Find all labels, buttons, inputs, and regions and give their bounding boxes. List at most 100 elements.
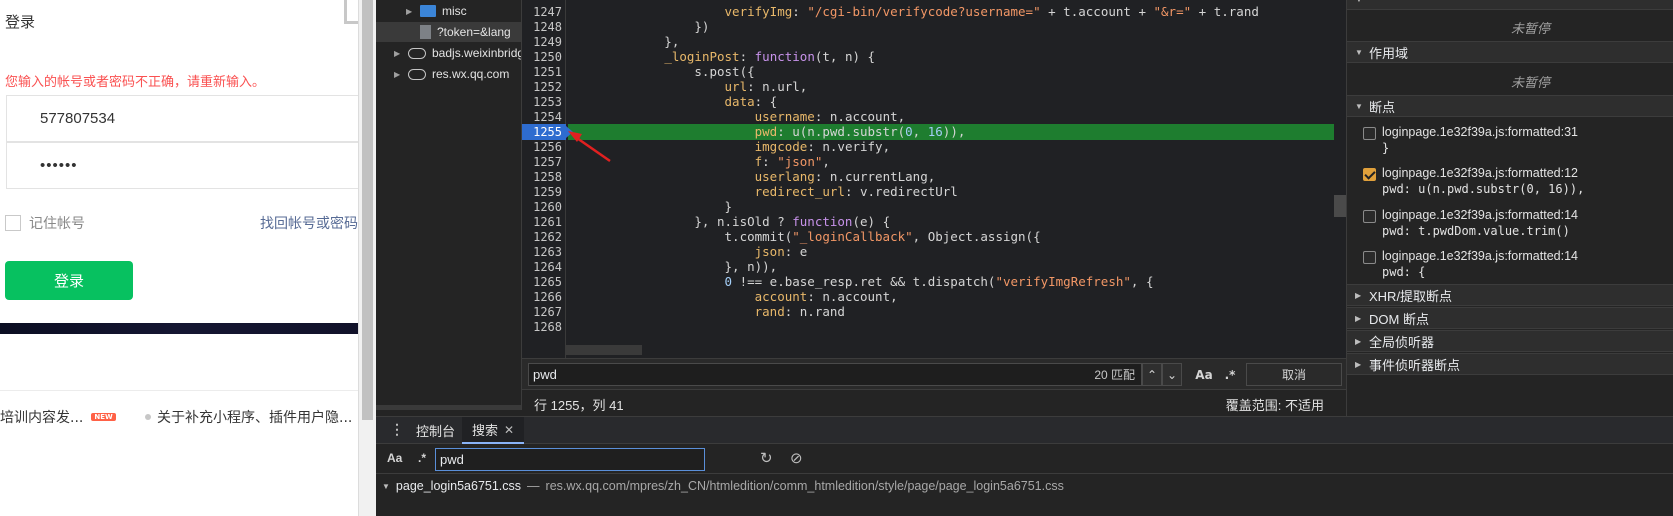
line-number[interactable]: 1251 [522, 64, 562, 80]
dom-breakpoints-header[interactable]: ▶ DOM 断点 [1347, 307, 1673, 329]
search-toolbar: Aa .* pwd ↻ ⊘ [376, 444, 1673, 474]
line-number[interactable]: 1267 [522, 304, 562, 320]
code-line[interactable]: 1266 account: n.account, [522, 289, 1346, 305]
code-line[interactable]: 1264 }, n)), [522, 259, 1346, 275]
code-line[interactable]: 1249 }, [522, 34, 1346, 50]
line-number[interactable]: 1264 [522, 259, 562, 275]
line-number[interactable]: 1268 [522, 319, 562, 335]
news-item-2[interactable]: 关于补充小程序、插件用户隐... [145, 407, 352, 427]
editor-vscrollbar[interactable] [1334, 195, 1346, 217]
code-line[interactable]: 1258 userlang: n.currentLang, [522, 169, 1346, 185]
line-number[interactable]: 1258 [522, 169, 562, 185]
code-editor[interactable]: 1247 verifyImg: "/cgi-bin/verifycode?use… [522, 0, 1346, 358]
page-scrollbar-thumb[interactable] [362, 0, 373, 420]
expand-arrow-icon[interactable]: ▶ [394, 70, 402, 79]
line-number[interactable]: 1248 [522, 19, 562, 35]
code-line[interactable]: 1256 imgcode: n.verify, [522, 139, 1346, 155]
regex-button[interactable]: .* [1219, 363, 1241, 386]
breakpoint-marker-icon[interactable] [566, 126, 573, 138]
expand-arrow-icon[interactable]: ▶ [406, 7, 414, 16]
code-line[interactable]: 1253 data: { [522, 94, 1346, 110]
code-line[interactable]: 1257 f: "json", [522, 154, 1346, 170]
find-next-button[interactable]: ⌄ [1162, 363, 1182, 386]
search-result-row[interactable]: ▼ page_login5a6751.css — res.wx.qq.com/m… [382, 479, 1064, 493]
match-case-button[interactable]: Aa [1190, 363, 1218, 386]
code-line[interactable]: 1254 username: n.account, [522, 109, 1346, 125]
line-number[interactable]: 1266 [522, 289, 562, 305]
code-line[interactable]: 1267 rand: n.rand [522, 304, 1346, 320]
event-listener-breakpoints-header[interactable]: ▶ 事件侦听器断点 [1347, 353, 1673, 375]
line-number[interactable]: 1263 [522, 244, 562, 260]
tree-item-token[interactable]: ?token=&lang [376, 22, 521, 42]
refresh-icon[interactable]: ↻ [760, 449, 773, 467]
line-number[interactable]: 1253 [522, 94, 562, 110]
expand-arrow-icon[interactable]: ▼ [382, 482, 390, 491]
code-line[interactable]: 1255 pwd: u(n.pwd.substr(0, 16)), [522, 124, 1346, 140]
line-number[interactable]: 1249 [522, 34, 562, 50]
news-item-1[interactable]: 培训内容发... NEW [0, 407, 116, 427]
scope-header[interactable]: ▼ 作用域 [1347, 41, 1673, 63]
line-number[interactable]: 1261 [522, 214, 562, 230]
tab-search[interactable]: 搜索 ✕ [462, 417, 525, 444]
code-line[interactable]: 1268 [522, 319, 1346, 335]
line-number[interactable]: 1254 [522, 109, 562, 125]
remember-account[interactable]: 记住帐号 [5, 213, 85, 233]
breakpoint-checkbox[interactable] [1363, 168, 1376, 181]
tree-item-misc[interactable]: ▶ misc [406, 1, 467, 21]
devtools-panel: ▶ misc ?token=&lang ▶ badjs.weixinbridge… [376, 0, 1673, 516]
breakpoint-checkbox[interactable] [1363, 210, 1376, 223]
navigator-hscrollbar[interactable] [376, 405, 521, 410]
code-line[interactable]: 1260 } [522, 199, 1346, 215]
find-input[interactable]: pwd 20 匹配 [528, 363, 1142, 386]
editor-hscrollbar[interactable] [566, 345, 642, 355]
breakpoint-checkbox[interactable] [1363, 127, 1376, 140]
code-line[interactable]: 1259 redirect_url: v.redirectUrl [522, 184, 1346, 200]
search-input[interactable]: pwd [435, 448, 705, 471]
forgot-password-link[interactable]: 找回帐号或密码 [260, 213, 358, 233]
line-number[interactable]: 1257 [522, 154, 562, 170]
code-line[interactable]: 1262 t.commit("_loginCallback", Object.a… [522, 229, 1346, 245]
line-number[interactable]: 1259 [522, 184, 562, 200]
code-line[interactable]: 1247 verifyImg: "/cgi-bin/verifycode?use… [522, 4, 1346, 20]
line-number[interactable]: 1250 [522, 49, 562, 65]
code-line[interactable]: 1263 json: e [522, 244, 1346, 260]
line-number[interactable]: 1255 [522, 124, 566, 140]
qrcode-corner-icon[interactable] [344, 0, 358, 24]
code-line[interactable]: 1261 }, n.isOld ? function(e) { [522, 214, 1346, 230]
coverage-status[interactable]: 覆盖范围: 不适用 [1226, 395, 1324, 414]
code-line[interactable]: 1250 _loginPost: function(t, n) { [522, 49, 1346, 65]
global-listeners-header[interactable]: ▶ 全局侦听器 [1347, 330, 1673, 352]
login-button[interactable]: 登录 [5, 261, 133, 300]
clear-icon[interactable]: ⊘ [790, 449, 803, 467]
match-case-button[interactable]: Aa [387, 451, 402, 465]
expand-arrow-icon[interactable]: ▶ [394, 49, 402, 58]
line-number[interactable]: 1252 [522, 79, 562, 95]
code-line[interactable]: 1248 }) [522, 19, 1346, 35]
code-text: }) [574, 19, 710, 34]
tree-item-badjs[interactable]: ▶ badjs.weixinbridge [394, 43, 521, 63]
xhr-breakpoints-header[interactable]: ▶ XHR/提取断点 [1347, 284, 1673, 306]
tree-item-res[interactable]: ▶ res.wx.qq.com [394, 64, 509, 84]
password-input[interactable] [6, 142, 358, 189]
code-line[interactable]: 1251 s.post({ [522, 64, 1346, 80]
tab-console[interactable]: 控制台 [406, 417, 465, 444]
code-line[interactable]: 1265 0 !== e.base_resp.ret && t.dispatch… [522, 274, 1346, 290]
find-previous-button[interactable]: ⌃ [1142, 363, 1162, 386]
breakpoint-checkbox[interactable] [1363, 251, 1376, 264]
line-number[interactable]: 1247 [522, 4, 562, 20]
regex-button[interactable]: .* [418, 451, 426, 465]
code-line[interactable]: 1252 url: n.url, [522, 79, 1346, 95]
find-cancel-button[interactable]: 取消 [1246, 363, 1342, 386]
close-icon[interactable]: ✕ [504, 423, 514, 437]
code-text: _loginPost: function(t, n) { [664, 49, 876, 64]
breakpoints-header[interactable]: ▼ 断点 [1347, 95, 1673, 117]
line-number[interactable]: 1265 [522, 274, 562, 290]
call-stack-header[interactable]: ▼ [1347, 0, 1673, 10]
page-scrollbar[interactable] [358, 0, 376, 516]
line-number[interactable]: 1256 [522, 139, 562, 155]
line-number[interactable]: 1262 [522, 229, 562, 245]
more-menu-icon[interactable]: ⋮ [390, 421, 404, 438]
line-number[interactable]: 1260 [522, 199, 562, 215]
account-input[interactable] [6, 95, 358, 142]
remember-checkbox[interactable] [5, 215, 21, 231]
